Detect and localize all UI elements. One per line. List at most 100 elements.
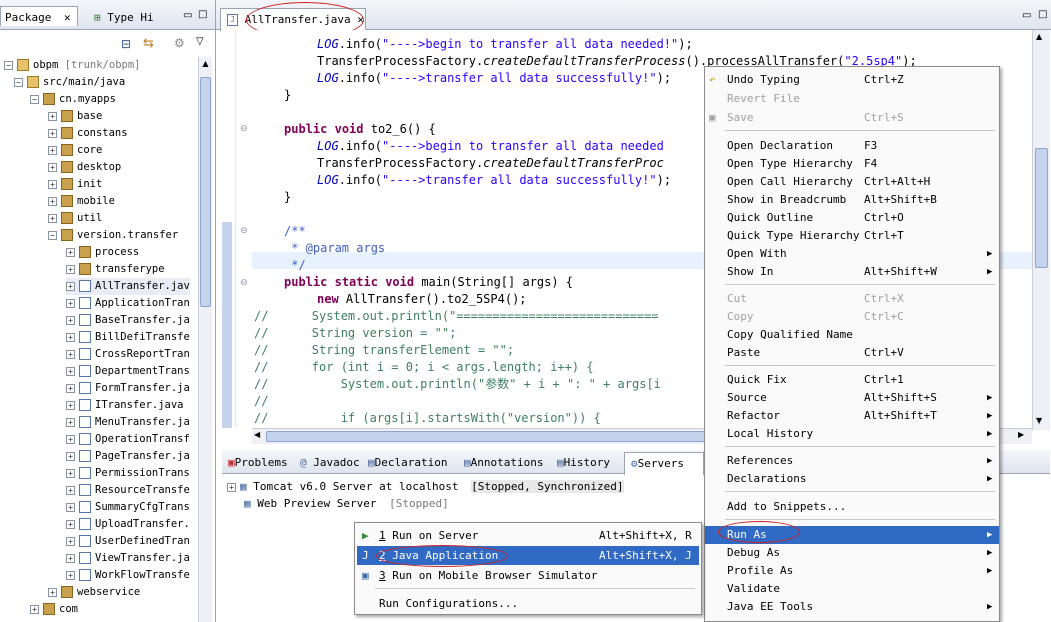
expand-toggle[interactable]: + [48, 128, 57, 138]
expand-toggle[interactable]: + [48, 196, 57, 206]
expand-toggle[interactable]: + [48, 213, 57, 223]
tree-java-file[interactable]: + WorkFlowTransfe [66, 567, 190, 584]
menu-item-copy[interactable]: Copy Ctrl+C [705, 308, 999, 326]
expand-toggle[interactable]: + [66, 553, 75, 563]
menu-item-source[interactable]: Source Alt+Shift+S ▶ [705, 389, 999, 407]
menu-item-debug-as[interactable]: Debug As ▶ [705, 544, 999, 562]
expand-toggle[interactable]: + [48, 179, 57, 189]
fold-icon[interactable]: ⊖ [240, 124, 248, 134]
scroll-left-icon[interactable]: ◀ [254, 430, 260, 439]
menu-item-revert-file[interactable]: Revert File [705, 90, 999, 108]
minimize-icon[interactable]: ▭ [183, 10, 192, 21]
expand-toggle[interactable]: + [66, 570, 75, 580]
minimize-icon[interactable]: ▭ [1022, 10, 1031, 21]
menu-item-paste[interactable]: Paste Ctrl+V [705, 344, 999, 362]
tree-package[interactable]: + com [30, 601, 78, 618]
tree-java-file[interactable]: + OperationTransf [66, 431, 190, 448]
menu-item-copy-qualified-name[interactable]: Copy Qualified Name [705, 326, 999, 344]
collapse-toggle[interactable]: − [14, 77, 23, 87]
scroll-down-icon[interactable]: ▼ [1036, 416, 1042, 425]
menu-item-refactor[interactable]: Refactor Alt+Shift+T ▶ [705, 407, 999, 425]
expand-toggle[interactable]: + [48, 162, 57, 172]
tree-package[interactable]: + init [48, 176, 102, 193]
tree-package[interactable]: + mobile [48, 193, 115, 210]
submenu-item-run-configurations[interactable]: Run Configurations... [357, 594, 699, 613]
expand-toggle[interactable]: + [66, 383, 75, 393]
expand-toggle[interactable]: + [66, 400, 75, 410]
scroll-up-icon[interactable]: ▲ [1036, 32, 1042, 41]
tab-annotations[interactable]: ▤Annotations [464, 454, 543, 472]
tree-package[interactable]: + process [66, 244, 139, 261]
menu-item-open-with[interactable]: Open With ▶ [705, 245, 999, 263]
menu-item-validate[interactable]: Validate [705, 580, 999, 598]
menu-item-undo-typing[interactable]: ↶ Undo Typing Ctrl+Z [705, 71, 999, 89]
tree-package[interactable]: + transferype [66, 261, 165, 278]
tree-java-file[interactable]: + PageTransfer.ja [66, 448, 190, 465]
submenu-item-mobile-simulator[interactable]: ▣ 3 Run on Mobile Browser Simulator [357, 566, 699, 585]
maximize-icon[interactable]: □ [1038, 9, 1047, 20]
expand-toggle[interactable]: + [48, 111, 57, 121]
tree-project-obpm[interactable]: − obpm [trunk/obpm] [4, 57, 140, 74]
menu-item-cut[interactable]: Cut Ctrl+X [705, 290, 999, 308]
collapse-toggle[interactable]: − [4, 60, 13, 70]
expand-toggle[interactable]: + [30, 604, 39, 614]
expand-toggle[interactable]: + [66, 434, 75, 444]
menu-item-show-in-breadcrumb[interactable]: Show in Breadcrumb Alt+Shift+B [705, 191, 999, 209]
expand-toggle[interactable]: + [66, 298, 75, 308]
tab-declaration[interactable]: ▤Declaration [368, 454, 447, 472]
expand-toggle[interactable]: + [66, 485, 75, 495]
expand-toggle[interactable]: + [66, 366, 75, 376]
tree-package[interactable]: + core [48, 142, 102, 159]
server-row-preview[interactable]: ▦ Web Preview Server [Stopped] [244, 495, 449, 512]
tab-package-explorer[interactable]: Package ✕ [0, 6, 78, 26]
tree-java-file[interactable]: + FormTransfer.ja [66, 380, 190, 397]
tree-package[interactable]: + webservice [48, 584, 140, 601]
scroll-up-icon[interactable]: ▲ [200, 59, 211, 71]
tree-src-folder[interactable]: − src/main/java [14, 74, 125, 91]
expand-toggle[interactable]: + [66, 417, 75, 427]
tab-problems[interactable]: ▣Problems [228, 454, 288, 472]
menu-item-quick-outline[interactable]: Quick Outline Ctrl+O [705, 209, 999, 227]
tree-java-file[interactable]: + ITransfer.java [66, 397, 184, 414]
tree-java-file[interactable]: + CrossReportTran [66, 346, 190, 363]
fold-icon[interactable]: ⊖ [240, 226, 248, 236]
tree-java-file[interactable]: + DepartmentTrans [66, 363, 190, 380]
scroll-right-icon[interactable]: ▶ [1018, 430, 1024, 439]
tree-package[interactable]: + desktop [48, 159, 121, 176]
tree-java-file[interactable]: + ResourceTransfe [66, 482, 190, 499]
expand-toggle[interactable]: + [66, 536, 75, 546]
tree-package[interactable]: − version.transfer [48, 227, 178, 244]
expand-toggle[interactable]: + [66, 349, 75, 359]
tree-package[interactable]: + base [48, 108, 102, 125]
expand-toggle[interactable]: + [66, 315, 75, 325]
expand-toggle[interactable]: + [66, 451, 75, 461]
tree-java-file[interactable]: + PermissionTrans [66, 465, 190, 482]
fold-icon[interactable]: ⊖ [240, 278, 248, 288]
tab-javadoc[interactable]: @ Javadoc [300, 454, 360, 472]
expand-toggle[interactable]: + [66, 281, 75, 291]
view-menu-icon[interactable]: ⚙ [174, 36, 185, 50]
menu-item-open-type-hierarchy[interactable]: Open Type Hierarchy F4 [705, 155, 999, 173]
expand-toggle[interactable]: + [66, 247, 75, 257]
expand-toggle[interactable]: + [48, 145, 57, 155]
tree-package[interactable]: + util [48, 210, 102, 227]
expand-toggle[interactable]: + [227, 482, 236, 492]
tab-servers[interactable]: ⚙Servers [624, 452, 704, 475]
submenu-item-run-on-server[interactable]: ▶ 1 Run on Server Alt+Shift+X, R [357, 526, 699, 545]
collapse-toggle[interactable]: − [30, 94, 39, 104]
collapse-toggle[interactable]: − [48, 230, 57, 240]
tree-package[interactable]: − cn.myapps [30, 91, 116, 108]
chevron-down-icon[interactable]: ▽ [196, 36, 204, 47]
expand-toggle[interactable]: + [48, 587, 57, 597]
menu-item-profile-as[interactable]: Profile As ▶ [705, 562, 999, 580]
menu-item-java-ee-tools[interactable]: Java EE Tools ▶ [705, 598, 999, 616]
menu-item-save[interactable]: ▣ Save Ctrl+S [705, 109, 999, 127]
tree-java-file[interactable]: + UserDefinedTran [66, 533, 190, 550]
menu-item-quick-fix[interactable]: Quick Fix Ctrl+1 [705, 371, 999, 389]
menu-item-quick-type-hierarchy[interactable]: Quick Type Hierarchy Ctrl+T [705, 227, 999, 245]
scroll-thumb[interactable] [266, 431, 706, 442]
tree-java-file[interactable]: + AllTransfer.jav [66, 278, 190, 295]
tree-java-file[interactable]: + UploadTransfer. [66, 516, 190, 533]
menu-item-local-history[interactable]: Local History ▶ [705, 425, 999, 443]
tree-java-file[interactable]: + SummaryCfgTrans [66, 499, 190, 516]
